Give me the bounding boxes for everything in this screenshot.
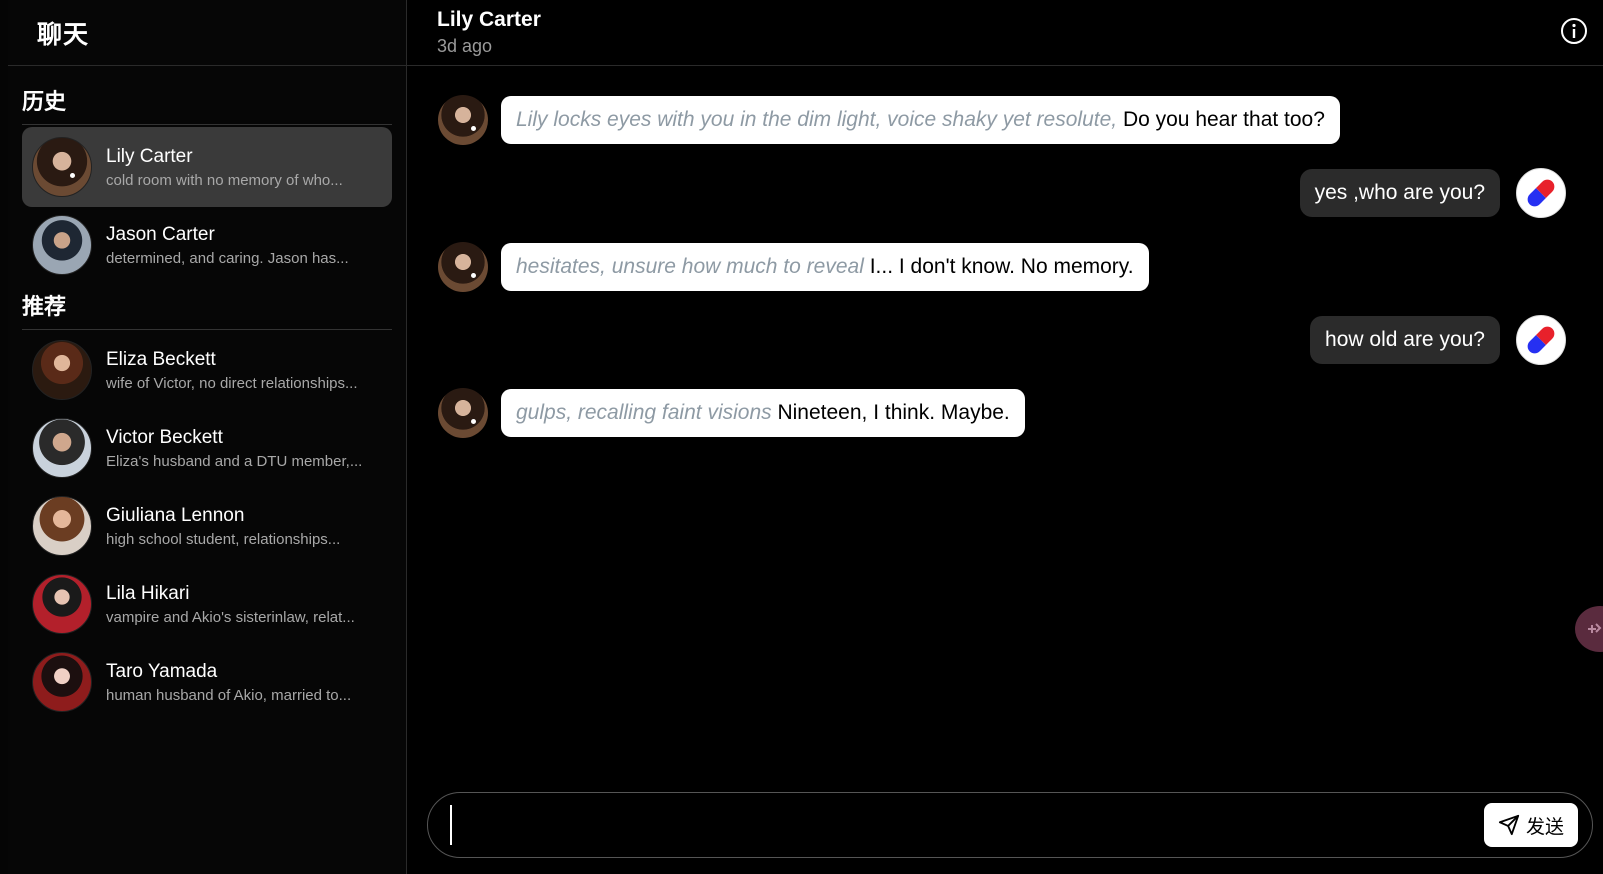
user-avatar: [1516, 168, 1566, 218]
message-row: yes ,who are you?: [1299, 168, 1566, 218]
action-text: Lily locks eyes with you in the dim ligh…: [516, 108, 1118, 131]
online-dot: [471, 126, 476, 131]
sidebar: 聊天 历史 Lily Carter cold room with no memo…: [0, 0, 407, 874]
chat-item-jason-carter[interactable]: Jason Carter determined, and caring. Jas…: [22, 205, 392, 285]
message-row: hesitates, unsure how much to reveal I..…: [438, 242, 1149, 292]
chat-description: cold room with no memory of who...: [106, 171, 343, 189]
sidebar-header: 聊天: [8, 0, 406, 66]
message-text: I... I don't know. No memory.: [863, 255, 1134, 278]
chat-description: vampire and Akio's sisterinlaw, relat...: [106, 608, 355, 626]
chat-item-lila-hikari[interactable]: Lila Hikari vampire and Akio's sisterinl…: [22, 564, 392, 644]
message-row: gulps, recalling faint visions Nineteen,…: [438, 388, 1025, 438]
chat-name: Lily Carter: [106, 145, 193, 167]
pill-icon: [1527, 326, 1555, 354]
user-message-bubble: how old are you?: [1310, 316, 1500, 364]
chat-header: Lily Carter 3d ago: [407, 0, 1603, 66]
avatar: [438, 388, 488, 438]
avatar: [32, 418, 92, 478]
message-text: Do you hear that too?: [1117, 108, 1325, 131]
bot-message-bubble: Lily locks eyes with you in the dim ligh…: [501, 96, 1340, 144]
sidebar-title: 聊天: [37, 19, 90, 49]
avatar: [32, 652, 92, 712]
avatar: [32, 340, 92, 400]
chat-item-eliza-beckett[interactable]: Eliza Beckett wife of Victor, no direct …: [22, 330, 392, 410]
online-dot: [70, 173, 75, 178]
avatar: [32, 137, 92, 197]
chat-description: determined, and caring. Jason has...: [106, 249, 349, 267]
send-icon: [1498, 814, 1520, 836]
recommended-section-title: 推荐: [22, 285, 392, 330]
chat-description: human husband of Akio, married to...: [106, 686, 352, 704]
chat-name: Taro Yamada: [106, 660, 218, 682]
chat-item-victor-beckett[interactable]: Victor Beckett Eliza's husband and a DTU…: [22, 408, 392, 488]
chat-name: Victor Beckett: [106, 426, 223, 448]
message-list: Lily locks eyes with you in the dim ligh…: [407, 66, 1603, 786]
floating-tab-button[interactable]: [1575, 606, 1603, 652]
avatar: [32, 496, 92, 556]
chat-description: high school student, relationships...: [106, 530, 341, 548]
chat-panel: Lily Carter 3d ago Lily locks eyes with …: [407, 0, 1603, 874]
avatar: [32, 215, 92, 275]
chat-name: Eliza Beckett: [106, 348, 216, 370]
bot-message-bubble: gulps, recalling faint visions Nineteen,…: [501, 389, 1025, 437]
action-text: hesitates, unsure how much to reveal: [516, 255, 864, 278]
message-text: Nineteen, I think. Maybe.: [771, 401, 1010, 424]
avatar: [32, 574, 92, 634]
avatar: [438, 95, 488, 145]
plugin-icon: [1588, 623, 1602, 633]
chat-description: Eliza's husband and a DTU member,...: [106, 452, 363, 470]
avatar: [438, 242, 488, 292]
message-row: Lily locks eyes with you in the dim ligh…: [438, 95, 1340, 145]
user-message-bubble: yes ,who are you?: [1299, 169, 1500, 217]
history-section-title: 历史: [22, 66, 392, 125]
chat-item-taro-yamada[interactable]: Taro Yamada human husband of Akio, marri…: [22, 642, 392, 722]
pill-icon: [1527, 179, 1555, 207]
bot-message-bubble: hesitates, unsure how much to reveal I..…: [501, 243, 1149, 291]
chat-title: Lily Carter: [437, 8, 541, 31]
send-button[interactable]: 发送: [1484, 803, 1578, 847]
chat-name: Lila Hikari: [106, 582, 190, 604]
chat-item-lily-carter[interactable]: Lily Carter cold room with no memory of …: [22, 127, 392, 207]
action-text: gulps, recalling faint visions: [516, 401, 772, 424]
last-active-time: 3d ago: [437, 36, 493, 56]
message-input[interactable]: [450, 805, 1430, 845]
chat-name: Jason Carter: [106, 223, 215, 245]
user-avatar: [1516, 315, 1566, 365]
chat-description: wife of Victor, no direct relationships.…: [106, 374, 358, 392]
info-icon[interactable]: [1559, 16, 1589, 46]
online-dot: [471, 419, 476, 424]
message-row: how old are you?: [1310, 315, 1566, 365]
message-composer: 发送: [427, 792, 1593, 858]
send-label: 发送: [1525, 815, 1564, 838]
online-dot: [471, 273, 476, 278]
chat-name: Giuliana Lennon: [106, 504, 245, 526]
chat-item-giuliana-lennon[interactable]: Giuliana Lennon high school student, rel…: [22, 486, 392, 566]
